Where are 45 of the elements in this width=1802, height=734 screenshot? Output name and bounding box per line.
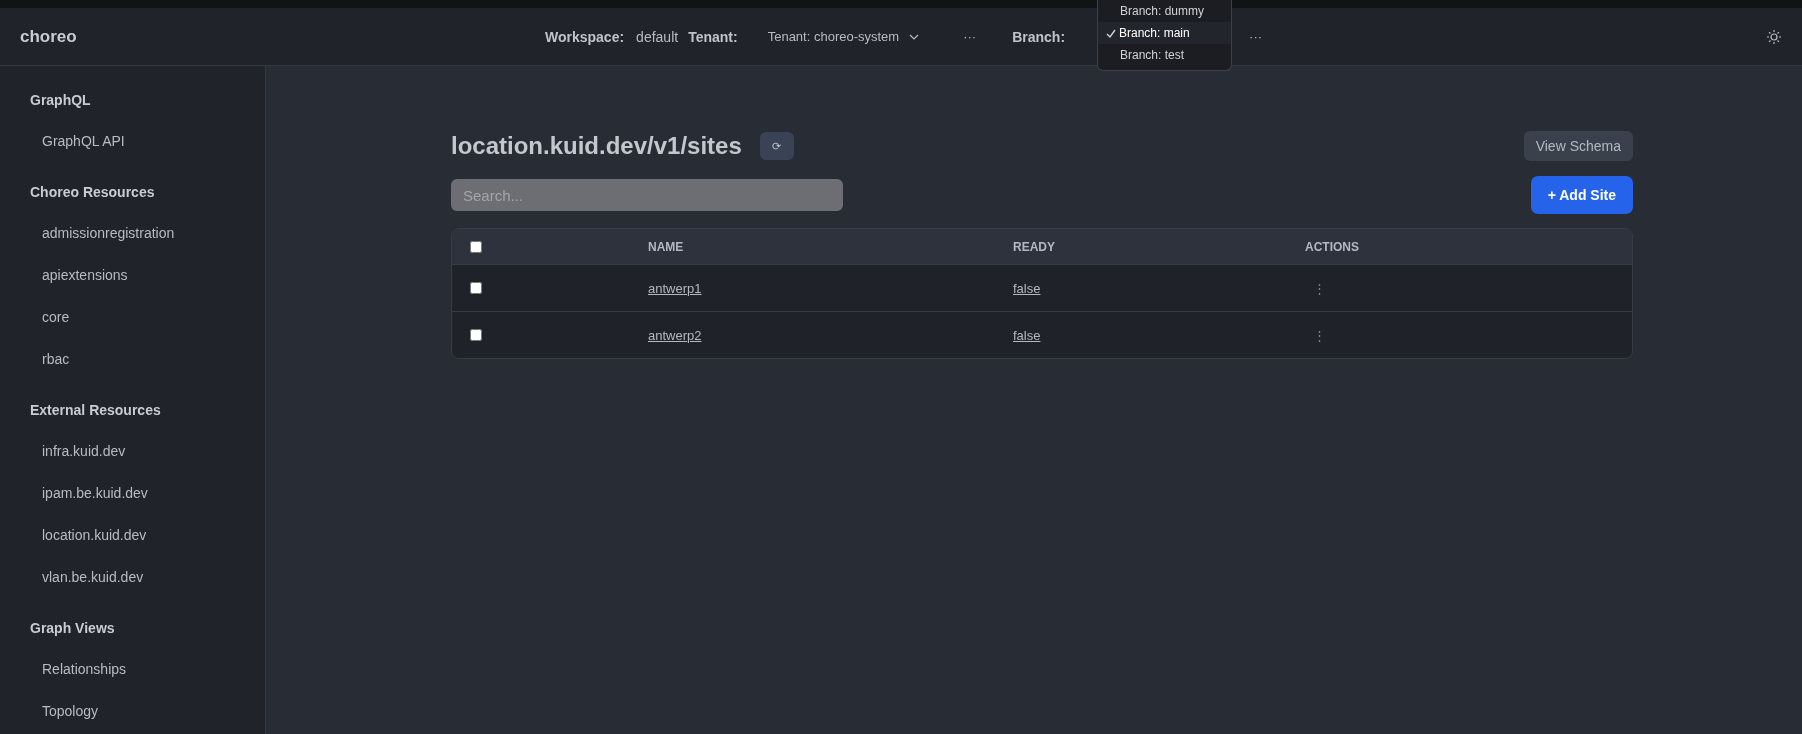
select-all-checkbox[interactable] (470, 240, 482, 253)
sidebar-item[interactable]: rbac (30, 338, 265, 380)
refresh-button[interactable]: ⟳ (759, 132, 794, 160)
chevron-down-icon (909, 33, 920, 40)
row-actions-button[interactable]: ⋮ (1309, 280, 1330, 296)
sidebar-section-title: GraphQL (30, 91, 92, 110)
workspace-value: default (636, 28, 679, 45)
sidebar-item[interactable]: core (30, 296, 265, 338)
row-checkbox[interactable] (470, 329, 482, 341)
column-header: READY (1013, 239, 1055, 254)
column-header: ACTIONS (1305, 239, 1359, 254)
page-title: location.kuid.dev/v1/sites (451, 132, 742, 160)
branch-option[interactable]: Branch: test (1098, 44, 1231, 66)
sidebar-item[interactable]: GraphQL API (30, 120, 265, 162)
app-logo: choreo (20, 26, 78, 47)
sidebar-section-title: External Resources (30, 401, 162, 420)
view-schema-button[interactable]: View Schema (1523, 131, 1633, 161)
sidebar-section-title: Choreo Resources (30, 183, 156, 202)
sidebar-item[interactable]: location.kuid.dev (30, 514, 265, 556)
branch-label: Branch: (1012, 28, 1066, 45)
branch-option[interactable]: Branch: dummy (1098, 0, 1231, 22)
sidebar-item[interactable]: apiextensions (30, 254, 265, 296)
sidebar-item[interactable]: Topology (30, 690, 265, 732)
row-actions-button[interactable]: ⋮ (1309, 327, 1330, 343)
branch-more-button[interactable]: ··· (1241, 25, 1271, 48)
sidebar-item[interactable]: infra.kuid.dev (30, 430, 265, 472)
column-header: NAME (648, 239, 684, 254)
sidebar-item[interactable]: Relationships (30, 648, 265, 690)
check-icon (1106, 28, 1116, 38)
sidebar-item[interactable]: admissionregistration (30, 212, 265, 254)
add-site-button[interactable]: + Add Site (1530, 176, 1633, 214)
sidebar-item[interactable]: ipam.be.kuid.dev (30, 472, 265, 514)
workspace-label: Workspace: (545, 28, 625, 45)
sidebar-item[interactable]: vlan.be.kuid.dev (30, 556, 265, 598)
tenant-more-button[interactable]: ··· (955, 25, 985, 48)
name-link[interactable]: antwerp1 (648, 280, 702, 296)
ready-link[interactable]: false (1013, 280, 1041, 296)
tenant-label: Tenant: (688, 28, 738, 45)
name-link[interactable]: antwerp2 (648, 327, 702, 343)
row-checkbox[interactable] (470, 282, 482, 294)
theme-toggle-icon[interactable] (1766, 28, 1782, 45)
ready-link[interactable]: false (1013, 327, 1041, 343)
tenant-select[interactable]: Tenant: choreo-system (757, 23, 930, 50)
sidebar-section-title: Graph Views (30, 619, 116, 638)
branch-option[interactable]: Branch: main (1098, 22, 1231, 44)
